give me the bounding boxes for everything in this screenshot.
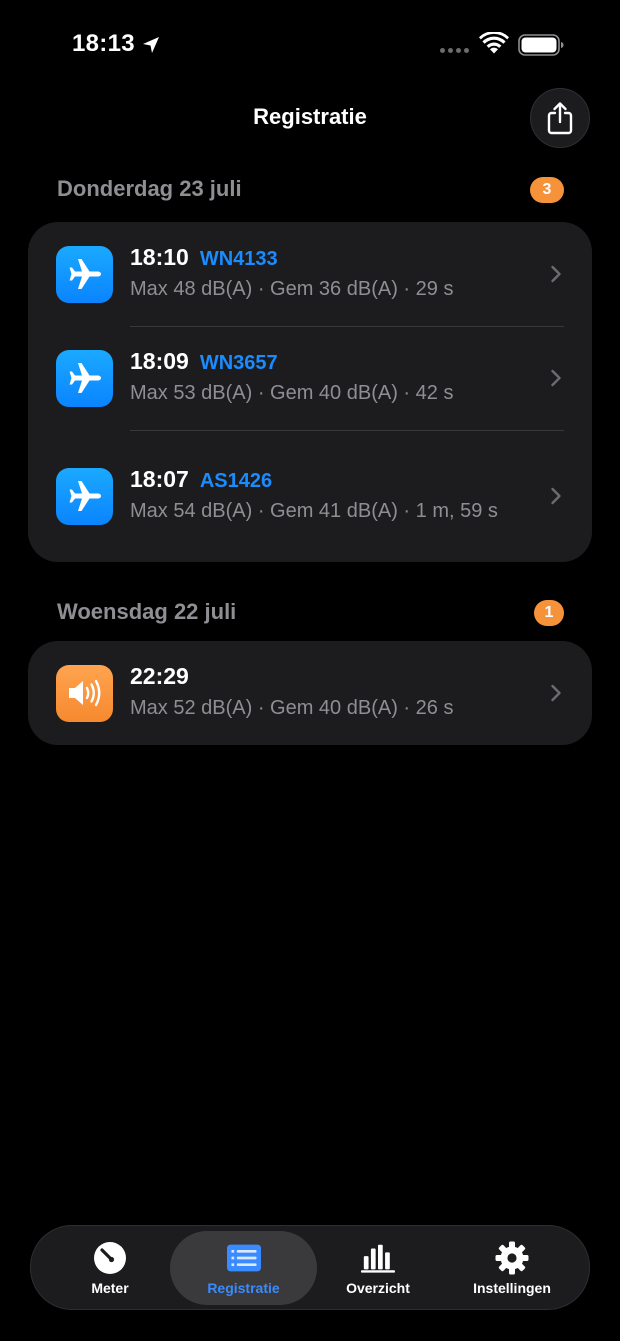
recordings-card: 22:29 Max 52 dB(A) · Gem 40 dB(A) · 26 s (28, 641, 592, 745)
share-icon (547, 102, 573, 135)
status-time: 18:13 (72, 30, 135, 57)
page-title: Registratie (253, 104, 367, 129)
row-details: Max 53 dB(A) · Gem 40 dB(A) · 42 s (130, 382, 454, 404)
row-time: 18:09 (130, 348, 189, 374)
share-button[interactable] (530, 88, 590, 148)
count-badge: 3 (530, 177, 564, 203)
row-top: 18:10 WN4133 (130, 244, 522, 271)
recording-row[interactable]: 18:07 AS1426 Max 54 dB(A) · Gem 41 dB(A)… (28, 430, 592, 562)
row-time: 22:29 (130, 663, 189, 689)
speaker-icon (56, 664, 113, 722)
section-donderdag: Donderdag 23 juli 3 18:10 WN4133 Max 48 … (28, 176, 592, 562)
row-time: 18:10 (130, 244, 189, 270)
recordings-card: 18:10 WN4133 Max 48 dB(A) · Gem 36 dB(A)… (28, 222, 592, 562)
airplane-icon (56, 467, 113, 525)
count-badge: 1 (534, 600, 564, 626)
tab-registratie[interactable]: Registratie (170, 1231, 317, 1305)
location-arrow-icon (143, 37, 159, 53)
section-header: Donderdag 23 juli 3 (28, 176, 592, 222)
gear-icon (495, 1241, 529, 1275)
chevron-right-icon (551, 369, 561, 387)
chevron-right-icon (551, 684, 561, 702)
row-top: 18:09 WN3657 (130, 348, 522, 375)
flight-number-link[interactable]: AS1426 (200, 470, 272, 493)
tab-label: Meter (91, 1279, 129, 1296)
row-details: Max 52 dB(A) · Gem 40 dB(A) · 26 s (130, 697, 454, 719)
row-top: 18:07 AS1426 (130, 466, 522, 493)
tab-overzicht[interactable]: Overzicht (313, 1231, 443, 1305)
row-text: 18:09 WN3657 Max 53 dB(A) · Gem 40 dB(A)… (130, 348, 592, 408)
signal-dots-icon (440, 48, 469, 53)
chevron-right-icon (551, 265, 561, 283)
row-text: 18:10 WN4133 Max 48 dB(A) · Gem 36 dB(A)… (130, 244, 592, 304)
tab-label: Instellingen (473, 1279, 551, 1296)
bar-chart-icon (361, 1241, 395, 1275)
section-title: Donderdag 23 juli (57, 176, 242, 201)
list-icon (226, 1241, 261, 1275)
section-title: Woensdag 22 juli (57, 599, 237, 624)
section-header: Woensdag 22 juli 1 (28, 599, 592, 641)
tab-meter[interactable]: Meter (45, 1231, 175, 1305)
row-top: 22:29 (130, 663, 522, 690)
wifi-icon (479, 32, 509, 54)
section-woensdag: Woensdag 22 juli 1 22:29 Max 52 dB(A) · … (28, 599, 592, 745)
battery-icon (518, 34, 564, 56)
status-bar: 18:13 (0, 0, 620, 90)
row-details: Max 54 dB(A) · Gem 41 dB(A) · 1 m, 59 s (130, 500, 498, 522)
chevron-right-icon (551, 487, 561, 505)
airplane-icon (56, 245, 113, 303)
recording-row[interactable]: 18:10 WN4133 Max 48 dB(A) · Gem 36 dB(A)… (28, 222, 592, 326)
row-text: 18:07 AS1426 Max 54 dB(A) · Gem 41 dB(A)… (130, 466, 592, 526)
flight-number-link[interactable]: WN3657 (200, 352, 278, 375)
tab-label: Registratie (207, 1279, 280, 1296)
airplane-icon (56, 349, 113, 407)
tab-bar: Meter Registratie Overzicht Instellingen (30, 1225, 590, 1310)
row-time: 18:07 (130, 466, 189, 492)
row-text: 22:29 Max 52 dB(A) · Gem 40 dB(A) · 26 s (130, 663, 592, 723)
tab-label: Overzicht (346, 1279, 410, 1296)
flight-number-link[interactable]: WN4133 (200, 248, 278, 271)
gauge-icon (93, 1241, 127, 1275)
recording-row[interactable]: 22:29 Max 52 dB(A) · Gem 40 dB(A) · 26 s (28, 641, 592, 745)
recording-row[interactable]: 18:09 WN3657 Max 53 dB(A) · Gem 40 dB(A)… (28, 326, 592, 430)
row-details: Max 48 dB(A) · Gem 36 dB(A) · 29 s (130, 278, 454, 300)
tab-instellingen[interactable]: Instellingen (447, 1231, 577, 1305)
